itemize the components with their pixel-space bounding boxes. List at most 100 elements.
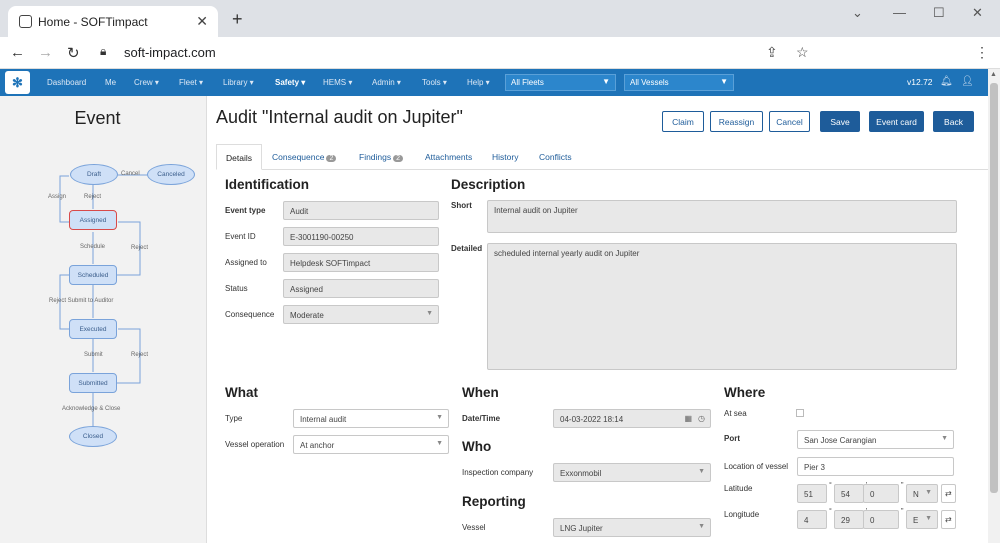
caret-down-icon: ▼	[720, 77, 728, 86]
caret-down-icon: ▼	[698, 523, 705, 530]
forward-arrow-icon[interactable]: →	[38, 44, 53, 61]
inspection-company-label: Inspection company	[462, 468, 534, 477]
nav-tools[interactable]: Tools ▾	[422, 78, 447, 87]
nav-help[interactable]: Help ▾	[467, 78, 490, 87]
flow-node-draft[interactable]: Draft	[70, 164, 118, 185]
caret-down-icon: ▼	[925, 515, 932, 522]
inspection-company-select[interactable]: Exxonmobil ▼	[553, 463, 711, 482]
nav-dashboard[interactable]: Dashboard	[47, 78, 86, 87]
latitude-degrees[interactable]: 51	[797, 484, 827, 503]
tab-conflicts[interactable]: Conflicts	[539, 152, 572, 162]
browser-tab[interactable]: Home - SOFTimpact ✕	[8, 6, 218, 37]
latitude-label: Latitude	[724, 484, 753, 493]
fleet-select[interactable]: All Fleets ▼	[505, 74, 616, 91]
more-menu-icon[interactable]: ⋮	[975, 44, 989, 61]
close-window-icon[interactable]: ✕	[972, 5, 983, 21]
scrollbar-thumb[interactable]	[990, 83, 998, 493]
flow-node-assigned[interactable]: Assigned	[69, 210, 117, 230]
share-icon[interactable]: ⇪	[766, 44, 778, 61]
tab-attachments[interactable]: Attachments	[425, 152, 472, 162]
longitude-degrees[interactable]: 4	[797, 510, 827, 529]
flow-node-executed[interactable]: Executed	[69, 319, 117, 339]
new-tab-icon[interactable]: +	[232, 9, 243, 30]
latitude-direction-select[interactable]: N ▼	[906, 484, 938, 503]
count-badge: 2	[326, 155, 337, 162]
address-bar: ← → ↻ 🔒︎ soft-impact.com ⇪ ☆ ⋮	[0, 37, 1000, 69]
user-icon[interactable]: 👤︎	[961, 76, 974, 87]
vessel-operation-select[interactable]: At anchor ▼	[293, 435, 449, 454]
scrollbar[interactable]: ▲	[988, 69, 1000, 543]
bell-icon[interactable]: 🔔︎	[940, 76, 953, 87]
maximize-icon[interactable]: ☐	[933, 5, 945, 21]
nav-admin[interactable]: Admin ▾	[372, 78, 401, 87]
at-sea-checkbox[interactable]	[796, 409, 804, 417]
caret-down-icon: ▼	[436, 414, 443, 421]
longitude-minutes[interactable]: 29	[834, 510, 864, 529]
fleet-select-value: All Fleets	[511, 78, 544, 87]
port-select[interactable]: San Jose Carangian ▼	[797, 430, 954, 449]
reload-icon[interactable]: ↻	[67, 44, 80, 62]
consequence-select[interactable]: Moderate ▼	[283, 305, 439, 324]
scroll-up-icon[interactable]: ▲	[990, 71, 997, 78]
tab-history[interactable]: History	[492, 152, 518, 162]
back-button[interactable]: Back	[933, 111, 974, 132]
swap-icon[interactable]: ⇄	[941, 510, 956, 529]
flow-label-reject: Reject	[84, 194, 102, 200]
flow-label-reject: Reject	[131, 352, 149, 358]
where-heading: Where	[724, 385, 766, 400]
nav-crew[interactable]: Crew ▾	[134, 78, 159, 87]
flow-label-submit: Submit	[84, 352, 103, 358]
chevron-down-icon[interactable]: ⌄	[852, 5, 863, 21]
type-select[interactable]: Internal audit ▼	[293, 409, 449, 428]
event-type-field: Audit	[283, 201, 439, 220]
calendar-icon[interactable]: ▦	[684, 414, 692, 423]
latitude-minutes[interactable]: 54	[834, 484, 864, 503]
who-heading: Who	[462, 439, 492, 454]
close-tab-icon[interactable]: ✕	[196, 13, 208, 30]
what-heading: What	[225, 385, 258, 400]
tab-findings[interactable]: Findings 2	[359, 152, 404, 162]
nav-library[interactable]: Library ▾	[223, 78, 254, 87]
nav-fleet[interactable]: Fleet ▾	[179, 78, 203, 87]
vessel-select[interactable]: LNG Jupiter ▼	[553, 518, 711, 537]
favicon-icon	[19, 15, 32, 28]
nav-me[interactable]: Me	[105, 78, 116, 87]
tab-consequence[interactable]: Consequence 2	[272, 152, 337, 162]
back-arrow-icon[interactable]: ←	[10, 44, 25, 61]
app-logo[interactable]: ✻	[5, 71, 30, 94]
reporting-heading: Reporting	[462, 494, 526, 509]
detailed-description-field[interactable]: scheduled internal yearly audit on Jupit…	[487, 243, 957, 370]
swap-icon[interactable]: ⇄	[941, 484, 956, 503]
url-field[interactable]: soft-impact.com	[124, 45, 216, 60]
flow-node-scheduled[interactable]: Scheduled	[69, 265, 117, 285]
clock-icon[interactable]: ◷	[698, 414, 705, 423]
degree-symbol: °	[829, 508, 832, 515]
flow-node-canceled[interactable]: Canceled	[147, 164, 195, 185]
status-label: Status	[225, 284, 248, 293]
short-description-field[interactable]: Internal audit on Jupiter	[487, 200, 957, 233]
star-icon[interactable]: ☆	[796, 44, 809, 61]
date-time-field[interactable]: 04-03-2022 18:14 ▦ ◷	[553, 409, 711, 428]
location-field[interactable]: Pier 3	[797, 457, 954, 476]
cancel-button[interactable]: Cancel	[769, 111, 810, 132]
flow-node-closed[interactable]: Closed	[69, 426, 117, 447]
date-time-label: Date/Time	[462, 414, 501, 423]
flow-node-submitted[interactable]: Submitted	[69, 373, 117, 393]
reassign-button[interactable]: Reassign	[710, 111, 763, 132]
save-button[interactable]: Save	[820, 111, 860, 132]
flow-label-cancel: Cancel	[121, 171, 140, 177]
event-id-field: E-3001190-00250	[283, 227, 439, 246]
longitude-direction-select[interactable]: E ▼	[906, 510, 938, 529]
caret-down-icon: ▼	[698, 468, 705, 475]
minimize-icon[interactable]: —	[893, 5, 906, 20]
longitude-seconds[interactable]: 0	[863, 510, 899, 529]
lock-icon[interactable]: 🔒︎	[100, 44, 106, 59]
nav-safety[interactable]: Safety ▾	[275, 78, 305, 87]
event-card-button[interactable]: Event card	[869, 111, 924, 132]
latitude-seconds[interactable]: 0	[863, 484, 899, 503]
tab-details[interactable]: Details	[216, 144, 262, 170]
claim-button[interactable]: Claim	[662, 111, 704, 132]
vessel-select[interactable]: All Vessels ▼	[624, 74, 734, 91]
nav-hems[interactable]: HEMS ▾	[323, 78, 352, 87]
longitude-direction-value: E	[913, 516, 919, 525]
